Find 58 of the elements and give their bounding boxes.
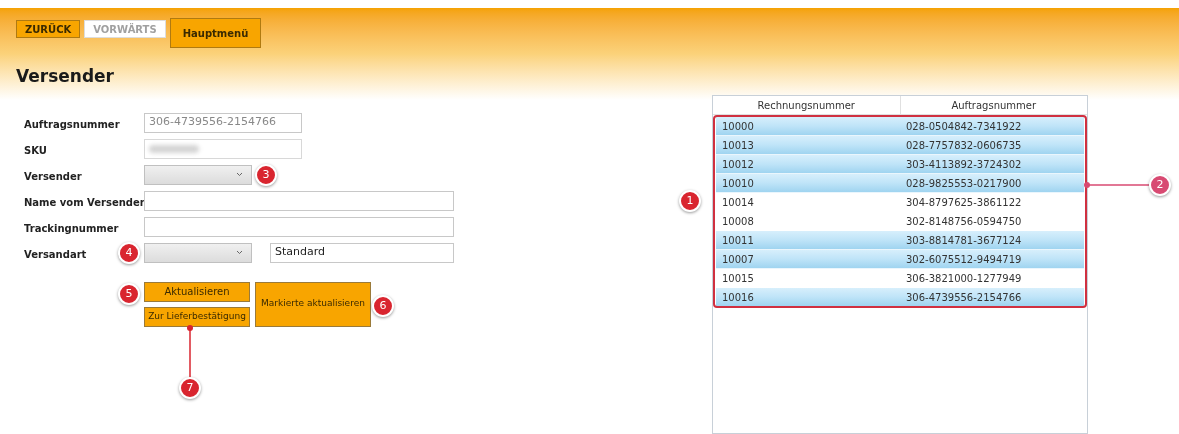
text-field[interactable]: Standard [270, 242, 454, 263]
table-row[interactable]: 10012 303-4113892-3724302 [716, 155, 1084, 174]
callout-badge: 7 [179, 377, 201, 399]
leader-line [186, 324, 194, 378]
table-cell-text: 10013 [721, 138, 755, 153]
table-cell-text: 028-7757832-0606735 [905, 138, 1023, 153]
callout-badge: 6 [372, 295, 394, 317]
field-label: Name vom Versender [24, 196, 145, 208]
table-cell-text: 10012 [721, 157, 755, 172]
text-field[interactable] [144, 138, 302, 159]
table-cell-text: 302-6075512-9494719 [905, 252, 1023, 267]
text-field[interactable] [144, 216, 454, 237]
field-label: Versandart [24, 248, 87, 260]
callout-badge: 5 [118, 283, 140, 305]
table-cell-text: 302-8148756-0594750 [905, 215, 1023, 229]
field-label: Auftragsnummer [24, 118, 120, 130]
field-label: Versender [24, 170, 82, 182]
table-cell-text: 10007 [721, 252, 755, 267]
nav-button[interactable]: ZURÜCK [16, 20, 81, 38]
dropdown[interactable] [144, 164, 252, 185]
table-cell-text: 306-3821000-1277949 [905, 272, 1023, 286]
field-label: Trackingnummer [24, 222, 119, 234]
table-row[interactable]: 10007 302-6075512-9494719 [716, 250, 1084, 269]
callout-badge: 4 [118, 242, 140, 264]
field-label: SKU [24, 144, 47, 156]
table-cell-text: 306-4739556-2154766 [905, 290, 1023, 305]
table-cell-text: 10010 [721, 176, 755, 191]
table-cell-text: 10008 [721, 215, 755, 229]
table-cell-text: 303-4113892-3724302 [905, 157, 1023, 172]
table-cell-text: 028-0504842-7341922 [905, 119, 1023, 134]
table-cell-text: 303-8814781-3677124 [905, 233, 1023, 248]
table-cell-text: 028-9825553-0217900 [905, 176, 1023, 191]
table-cell-text: 10000 [721, 119, 755, 134]
table-cell-text: 10015 [721, 272, 755, 286]
text-field[interactable] [144, 190, 454, 211]
page-title: Versender [16, 65, 115, 88]
dropdown[interactable] [144, 242, 252, 263]
chevron-down-icon [236, 250, 243, 255]
text-field[interactable]: 306-4739556-2154766 [144, 112, 302, 133]
callout-badge: 1 [679, 190, 701, 212]
chevron-down-icon [236, 172, 243, 177]
callout-badge: 2 [1149, 174, 1171, 196]
update-button[interactable]: Aktualisieren [144, 281, 250, 302]
nav-button[interactable]: Hauptmenü [169, 18, 262, 48]
callout-badge: 3 [255, 164, 277, 186]
blurred-text [149, 144, 199, 153]
column-header[interactable]: Auftragsnummer [900, 96, 1087, 114]
table-row[interactable]: 10010 028-9825553-0217900 [716, 174, 1084, 193]
table-row[interactable]: 10011 303-8814781-3677124 [716, 231, 1084, 250]
update-marked-button[interactable]: Markierte aktualisieren [255, 281, 371, 327]
table-cell-text: 10011 [721, 233, 755, 248]
table-cell-text: 10016 [721, 290, 755, 305]
column-header[interactable]: Rechnungsnummer [713, 96, 901, 114]
table-row[interactable]: 10013 028-7757832-0606735 [716, 136, 1084, 155]
delivery-confirmation-button[interactable]: Zur Lieferbestätigung [144, 306, 250, 327]
table-cell-text: 10014 [721, 196, 755, 210]
table-cell-text: 304-8797625-3861122 [905, 196, 1023, 210]
table-row[interactable]: 10000 028-0504842-7341922 [716, 117, 1084, 136]
